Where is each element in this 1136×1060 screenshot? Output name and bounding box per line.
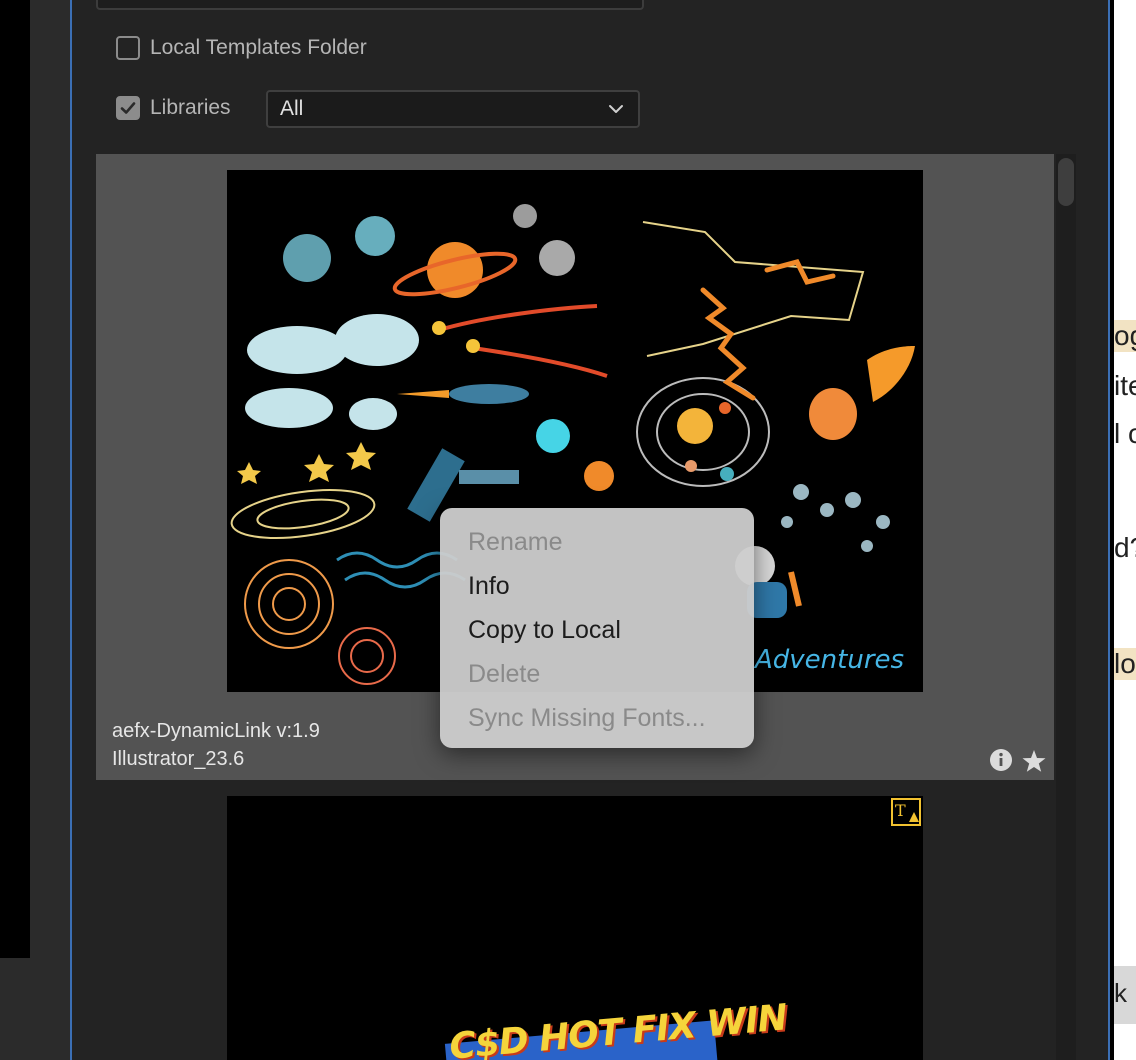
- background-document: og ite l c d? lo k: [1114, 0, 1136, 1060]
- doc-button-fragment: k: [1114, 966, 1136, 1024]
- thumbnail-headline: C$D HOT FIX WIN: [447, 997, 789, 1060]
- doc-fragment: l c: [1114, 418, 1136, 449]
- scrollbar-thumb[interactable]: [1058, 158, 1074, 206]
- local-templates-row[interactable]: Local Templates Folder: [116, 33, 367, 63]
- doc-fragment: d?: [1114, 532, 1136, 563]
- doc-fragment: ite: [1114, 370, 1136, 401]
- left-panel-gap-lower: ): [0, 958, 70, 1060]
- local-templates-label: Local Templates Folder: [150, 36, 367, 59]
- star-icon[interactable]: [1021, 748, 1047, 774]
- context-menu: Rename Info Copy to Local Delete Sync Mi…: [440, 508, 754, 748]
- libraries-select-value: All: [280, 97, 304, 120]
- menu-item-rename[interactable]: Rename: [440, 520, 754, 564]
- search-field-edge[interactable]: [96, 0, 644, 10]
- menu-item-info[interactable]: Info: [440, 564, 754, 608]
- svg-text:T: T: [895, 801, 906, 820]
- menu-item-delete[interactable]: Delete: [440, 652, 754, 696]
- panel-scrollbar[interactable]: [1056, 154, 1076, 1060]
- partial-glyph: ): [0, 972, 1, 998]
- libraries-row[interactable]: Libraries: [116, 93, 231, 123]
- template-card[interactable]: T C$D HOT FIX WIN: [227, 796, 923, 1060]
- local-templates-checkbox[interactable]: [116, 36, 140, 60]
- menu-item-copy-to-local[interactable]: Copy to Local: [440, 608, 754, 652]
- libraries-label: Libraries: [150, 96, 231, 119]
- left-app-edge: [0, 0, 30, 958]
- doc-fragment: og: [1114, 320, 1136, 352]
- info-icon[interactable]: [989, 748, 1013, 772]
- doc-fragment: lo: [1114, 648, 1136, 680]
- libraries-select[interactable]: All: [266, 90, 640, 128]
- thumbnail-caption: Adventures: [753, 645, 904, 675]
- doc-fragment: k: [1114, 978, 1127, 1008]
- checkmark-icon: [120, 102, 136, 114]
- template-app-version: Illustrator_23.6: [112, 748, 245, 770]
- chevron-down-icon: [609, 105, 623, 113]
- missing-font-warning-icon: T: [891, 798, 921, 826]
- libraries-checkbox[interactable]: [116, 96, 140, 120]
- menu-item-sync-missing-fonts[interactable]: Sync Missing Fonts...: [440, 696, 754, 740]
- template-name: aefx-DynamicLink v:1.9: [112, 720, 320, 742]
- left-panel-gap: [30, 0, 70, 1060]
